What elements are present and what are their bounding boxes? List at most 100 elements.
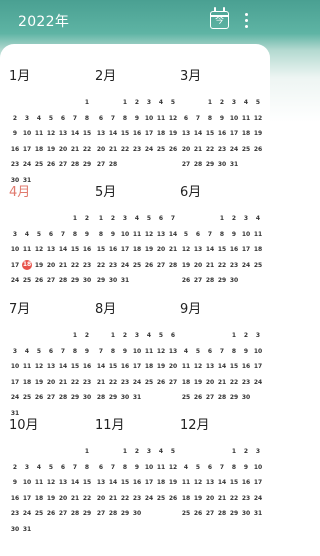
day-cell[interactable]: 6 (204, 464, 216, 471)
day-cell[interactable]: 10 (21, 130, 33, 137)
day-cell[interactable]: 4 (180, 464, 192, 471)
day-cell[interactable]: 2 (216, 99, 228, 106)
day-cell[interactable]: 22 (69, 379, 81, 386)
day-cell[interactable]: 27 (95, 161, 107, 168)
day-cell[interactable]: 27 (155, 262, 167, 269)
day-cell[interactable]: 26 (143, 262, 155, 269)
day-cell[interactable]: 9 (119, 348, 131, 355)
day-cell[interactable]: 23 (81, 379, 93, 386)
day-cell[interactable]: 8 (69, 231, 81, 238)
day-cell[interactable]: 27 (57, 161, 69, 168)
day-cell[interactable]: 10 (21, 479, 33, 486)
day-cell[interactable]: 21 (216, 379, 228, 386)
day-cell[interactable]: 10 (252, 348, 264, 355)
day-cell[interactable]: 18 (131, 246, 143, 253)
day-cell[interactable]: 6 (204, 348, 216, 355)
day-cell[interactable]: 11 (33, 479, 45, 486)
day-cell[interactable]: 12 (167, 115, 179, 122)
day-cell[interactable]: 17 (9, 262, 21, 269)
day-cell[interactable]: 8 (119, 464, 131, 471)
day-cell[interactable]: 2 (9, 464, 21, 471)
day-cell[interactable]: 4 (155, 448, 167, 455)
day-cell[interactable]: 10 (143, 464, 155, 471)
day-cell[interactable]: 16 (81, 246, 93, 253)
day-cell[interactable]: 22 (81, 146, 93, 153)
day-cell[interactable]: 16 (9, 495, 21, 502)
day-cell[interactable]: 25 (131, 262, 143, 269)
day-cell[interactable]: 30 (81, 277, 93, 284)
day-cell[interactable]: 7 (57, 348, 69, 355)
day-cell[interactable]: 24 (252, 379, 264, 386)
day-cell[interactable]: 7 (192, 115, 204, 122)
day-cell[interactable]: 1 (228, 332, 240, 339)
day-cell[interactable]: 7 (57, 231, 69, 238)
day-cell[interactable]: 29 (119, 510, 131, 517)
day-cell[interactable]: 10 (143, 115, 155, 122)
day-cell[interactable]: 28 (69, 510, 81, 517)
day-cell[interactable]: 5 (155, 332, 167, 339)
day-cell[interactable]: 2 (228, 215, 240, 222)
day-cell[interactable]: 13 (167, 348, 179, 355)
day-cell[interactable]: 27 (45, 394, 57, 401)
day-cell[interactable]: 9 (216, 115, 228, 122)
day-cell[interactable]: 4 (180, 348, 192, 355)
day-cell[interactable]: 28 (167, 262, 179, 269)
day-cell[interactable]: 16 (131, 479, 143, 486)
day-cell[interactable]: 24 (228, 146, 240, 153)
day-cell[interactable]: 29 (216, 277, 228, 284)
day-cell[interactable]: 8 (204, 115, 216, 122)
day-cell[interactable]: 26 (33, 394, 45, 401)
day-cell[interactable]: 22 (228, 379, 240, 386)
day-cell[interactable]: 22 (119, 495, 131, 502)
day-cell[interactable]: 9 (107, 231, 119, 238)
day-cell[interactable]: 15 (81, 130, 93, 137)
day-cell[interactable]: 13 (180, 130, 192, 137)
day-cell[interactable]: 17 (21, 495, 33, 502)
day-cell[interactable]: 25 (180, 394, 192, 401)
day-cell[interactable]: 4 (33, 115, 45, 122)
day-cell[interactable]: 28 (95, 394, 107, 401)
day-cell[interactable]: 16 (119, 363, 131, 370)
day-cell[interactable]: 25 (21, 277, 33, 284)
day-cell[interactable]: 1 (81, 99, 93, 106)
day-cell[interactable]: 20 (57, 495, 69, 502)
day-cell[interactable]: 28 (107, 161, 119, 168)
day-cell[interactable]: 24 (143, 495, 155, 502)
day-cell[interactable]: 4 (252, 215, 264, 222)
day-cell[interactable]: 9 (9, 130, 21, 137)
day-cell[interactable]: 22 (107, 379, 119, 386)
day-cell[interactable]: 7 (107, 115, 119, 122)
day-cell[interactable]: 20 (45, 262, 57, 269)
day-cell[interactable]: 7 (69, 464, 81, 471)
day-cell[interactable]: 21 (204, 262, 216, 269)
day-cell[interactable]: 22 (69, 262, 81, 269)
day-cell[interactable]: 14 (192, 130, 204, 137)
day-cell[interactable]: 2 (107, 215, 119, 222)
day-cell[interactable]: 24 (252, 495, 264, 502)
day-cell[interactable]: 17 (228, 130, 240, 137)
day-cell[interactable]: 24 (119, 262, 131, 269)
day-cell[interactable]: 10 (228, 115, 240, 122)
day-cell[interactable]: 12 (167, 464, 179, 471)
day-cell[interactable]: 28 (216, 394, 228, 401)
day-cell[interactable]: 5 (167, 99, 179, 106)
day-cell[interactable]: 5 (167, 448, 179, 455)
day-cell[interactable]: 7 (107, 464, 119, 471)
day-cell[interactable]: 31 (252, 510, 264, 517)
day-cell[interactable]: 5 (143, 215, 155, 222)
day-cell[interactable]: 18 (155, 130, 167, 137)
day-cell[interactable]: 6 (45, 348, 57, 355)
day-cell[interactable]: 13 (95, 130, 107, 137)
day-cell[interactable]: 26 (45, 161, 57, 168)
day-cell[interactable]: 22 (81, 495, 93, 502)
day-cell[interactable]: 8 (81, 464, 93, 471)
day-cell[interactable]: 1 (81, 448, 93, 455)
day-cell[interactable]: 20 (45, 379, 57, 386)
day-cell[interactable]: 20 (204, 495, 216, 502)
day-cell[interactable]: 15 (107, 363, 119, 370)
day-cell[interactable]: 4 (21, 348, 33, 355)
day-cell[interactable]: 24 (21, 510, 33, 517)
day-cell[interactable]: 13 (95, 479, 107, 486)
day-cell[interactable]: 15 (228, 363, 240, 370)
day-cell[interactable]: 23 (216, 146, 228, 153)
